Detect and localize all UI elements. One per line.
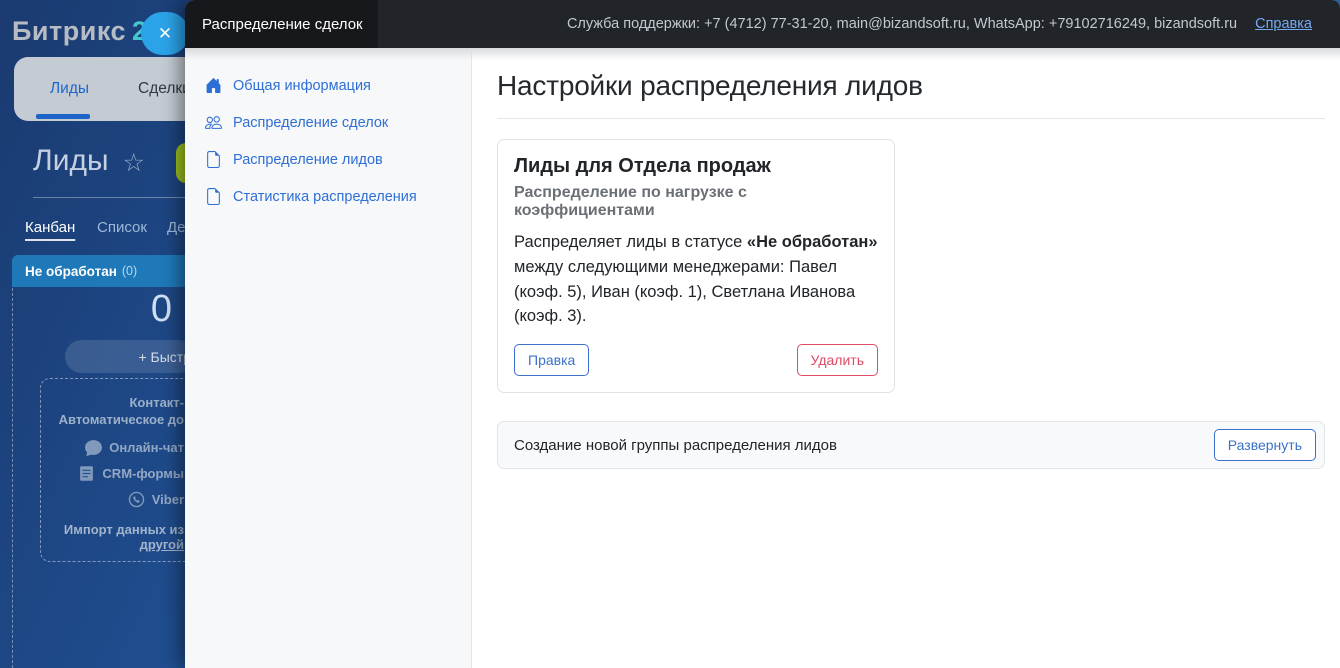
kanban-column-title: Не обработан — [25, 263, 117, 279]
overlay-body: Общая информация Распределение сделок Ра… — [185, 48, 1340, 668]
channel-viber[interactable]: Viber — [41, 491, 184, 508]
create-group-label: Создание новой группы распределения лидо… — [514, 436, 837, 454]
channel-label: Онлайн-чат — [109, 440, 184, 455]
channel-label: CRM-формы — [102, 466, 184, 481]
help-link[interactable]: Справка — [1255, 16, 1312, 32]
title-rule — [497, 118, 1325, 119]
document-icon — [207, 188, 220, 205]
page-title: Настройки распределения лидов — [497, 70, 923, 101]
view-tab-activities[interactable]: Де — [167, 219, 186, 236]
active-tab-indicator — [36, 114, 90, 119]
contact-center-widget: Контакт- Автоматическое до Онлайн-чат CR… — [40, 378, 193, 562]
kanban-total-count: 0 — [150, 288, 172, 330]
quick-lead-label: + Быстр — [138, 348, 191, 365]
view-tab-kanban[interactable]: Канбан — [25, 219, 75, 236]
support-info: Служба поддержки: +7 (4712) 77-31-20, ma… — [567, 0, 1340, 48]
support-text: Служба поддержки: +7 (4712) 77-31-20, ma… — [566, 16, 1238, 32]
expand-button[interactable]: Развернуть — [1213, 429, 1316, 461]
tab-leads[interactable]: Лиды — [50, 80, 89, 98]
chat-icon — [85, 440, 103, 456]
viber-icon — [128, 491, 144, 508]
import-data-text: Импорт данных из другой — [41, 522, 184, 552]
overlay-title-box: Распределение сделок — [185, 0, 378, 48]
card-description: Распределяет лиды в статусе «Не обработа… — [514, 230, 878, 329]
sidebar-item-lead-distribution[interactable]: Распределение лидов — [185, 142, 471, 177]
sidebar-item-statistics[interactable]: Статистика распределения — [185, 179, 471, 214]
favorite-star-icon[interactable]: ☆ — [123, 148, 145, 178]
sidebar-item-deal-distribution[interactable]: Распределение сделок — [185, 105, 471, 140]
channel-crm-forms[interactable]: CRM-формы — [41, 465, 184, 482]
tab-deals[interactable]: Сделки — [138, 80, 191, 98]
edit-button[interactable]: Правка — [514, 344, 590, 376]
import-text: Импорт данных из — [63, 522, 184, 537]
widget-line1: Контакт- — [129, 395, 184, 410]
card-subtitle: Распределение по нагрузке с коэффициента… — [514, 184, 747, 219]
channel-online-chat[interactable]: Онлайн-чат — [41, 439, 184, 456]
description-prefix: Распределяет лиды в статусе — [514, 233, 747, 251]
screen: Битрикс24 ✕ Лиды Сделки Лиды ☆ Канбан Сп… — [0, 0, 1340, 668]
card-actions: Правка Удалить — [514, 344, 878, 376]
widget-line2: Автоматическое до — [58, 412, 184, 427]
document-icon — [207, 151, 220, 168]
kanban-column-count: (0) — [121, 264, 138, 278]
description-status: «Не обработан» — [746, 233, 878, 251]
form-icon — [80, 466, 94, 481]
overlay-header: Распределение сделок Служба поддержки: +… — [185, 0, 1340, 48]
import-link[interactable]: другой — [140, 537, 184, 552]
kanban-column-header[interactable]: Не обработан (0) — [12, 255, 192, 287]
sidebar-item-label: Распределение лидов — [233, 151, 383, 168]
leads-title-text: Лиды — [33, 144, 109, 177]
settings-overlay: Распределение сделок Служба поддержки: +… — [185, 0, 1340, 668]
logo-brand: Битрикс — [12, 16, 126, 46]
close-glyph: ✕ — [157, 23, 173, 43]
view-tab-list[interactable]: Список — [97, 219, 147, 236]
home-icon — [206, 78, 221, 93]
sidebar-item-label: Распределение сделок — [233, 114, 389, 131]
distribution-group-card: Лиды для Отдела продаж Распределение по … — [497, 139, 895, 393]
sidebar-item-label: Статистика распределения — [233, 188, 417, 205]
channel-label: Viber — [151, 492, 184, 507]
sidebar-item-general[interactable]: Общая информация — [185, 68, 471, 103]
description-suffix: между следующими менеджерами: Павел (коэ… — [514, 257, 856, 326]
settings-main: Настройки распределения лидов Лиды для О… — [472, 48, 1340, 668]
settings-sidebar: Общая информация Распределение сделок Ра… — [185, 48, 472, 668]
card-title: Лиды для Отдела продаж — [514, 155, 771, 177]
close-icon[interactable]: ✕ — [141, 12, 189, 55]
leads-page-title: Лиды ☆ — [33, 144, 145, 178]
sidebar-item-label: Общая информация — [233, 77, 371, 94]
overlay-title: Распределение сделок — [202, 15, 363, 33]
people-icon — [205, 116, 222, 129]
delete-button[interactable]: Удалить — [796, 344, 878, 376]
create-group-bar: Создание новой группы распределения лидо… — [497, 421, 1325, 469]
kanban-column-border — [12, 288, 13, 668]
quick-lead-button[interactable]: + Быстр — [65, 340, 195, 373]
